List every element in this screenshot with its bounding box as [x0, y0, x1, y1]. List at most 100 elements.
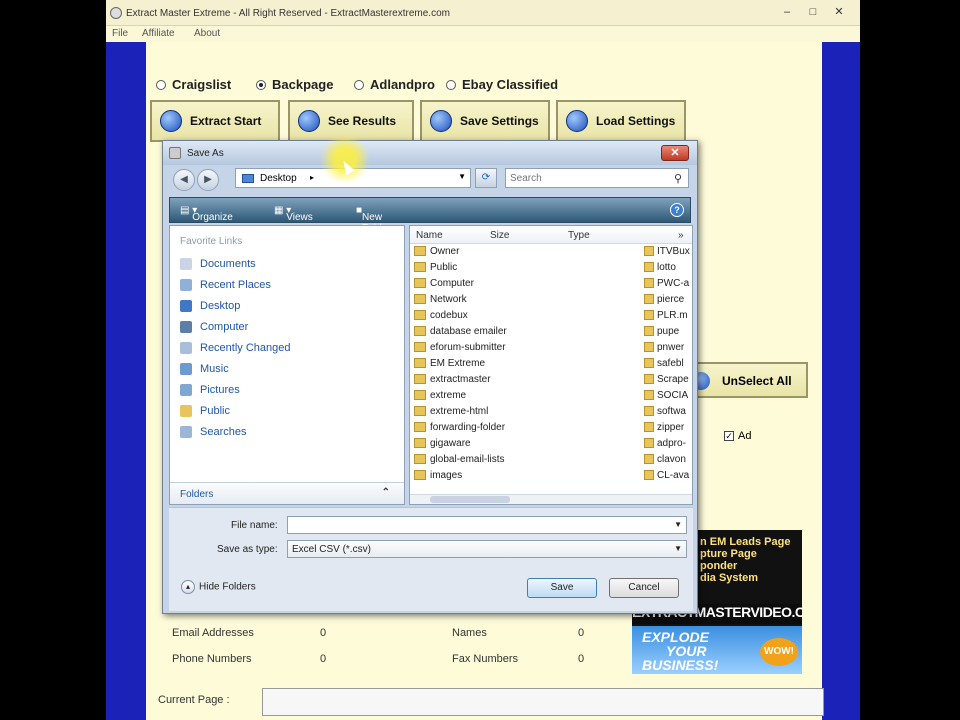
cancel-button[interactable]: Cancel [609, 578, 679, 598]
chevron-down-icon[interactable]: ▼ [674, 520, 682, 529]
file-row[interactable]: eforum-submitter [414, 342, 506, 358]
folder-icon [414, 326, 426, 337]
ad-line: n EM Leads Page [700, 536, 791, 548]
forward-button[interactable]: ▶ [197, 169, 219, 191]
favorite-desktop[interactable]: Desktop [180, 300, 240, 313]
search-box[interactable]: ⚲ [505, 168, 689, 188]
app-icon [110, 7, 122, 19]
breadcrumb-arrow-icon[interactable]: ▸ [310, 173, 314, 182]
file-row[interactable]: codebux [414, 310, 468, 326]
file-row[interactable]: database emailer [414, 326, 507, 342]
file-name: database emailer [430, 326, 507, 337]
recent-places-icon [180, 279, 192, 292]
favorite-public[interactable]: Public [180, 405, 230, 418]
file-row[interactable]: PLR.m [644, 310, 692, 326]
file-row[interactable]: global-email-lists [414, 454, 504, 470]
file-row[interactable]: Owner [414, 246, 459, 262]
favorite-searches[interactable]: Searches [180, 426, 246, 439]
address-text: Desktop [260, 173, 297, 184]
ad-line: ponder [700, 560, 738, 572]
file-row[interactable]: softwa [644, 406, 692, 422]
file-row[interactable]: clavon [644, 454, 692, 470]
ad-checkbox[interactable]: ✓ Ad [724, 430, 751, 442]
file-row[interactable]: gigaware [414, 438, 471, 454]
favorite-music[interactable]: Music [180, 363, 229, 376]
menu-about[interactable]: About [194, 28, 220, 39]
file-name-input[interactable] [292, 519, 662, 532]
button-label: UnSelect All [722, 374, 792, 388]
column-name[interactable]: Name [416, 230, 443, 241]
file-row[interactable]: Computer [414, 278, 474, 294]
unselect-all-button[interactable]: UnSelect All [686, 362, 808, 398]
source-backpage[interactable]: Backpage [256, 77, 333, 95]
current-page-field[interactable] [262, 688, 824, 716]
file-row[interactable]: pierce [644, 294, 692, 310]
search-input[interactable] [510, 171, 660, 185]
source-adlandpro[interactable]: Adlandpro [354, 77, 435, 95]
file-row[interactable]: forwarding-folder [414, 422, 505, 438]
file-row[interactable]: extractmaster [414, 374, 491, 390]
file-row[interactable]: extreme-html [414, 406, 488, 422]
minimize-button[interactable]: – [776, 5, 798, 21]
file-row[interactable]: PWC-a [644, 278, 692, 294]
more-columns-icon[interactable]: » [678, 230, 684, 241]
maximize-button[interactable]: □ [802, 5, 824, 21]
hide-folders-button[interactable]: ▴ Hide Folders [181, 580, 256, 594]
file-row[interactable]: pupe [644, 326, 692, 342]
horizontal-scrollbar[interactable] [410, 494, 692, 504]
scrollbar-thumb[interactable] [430, 496, 510, 503]
close-button[interactable]: ✕ [828, 5, 850, 21]
favorite-recently-changed[interactable]: Recently Changed [180, 342, 291, 355]
ad-slogan-line: EXPLODE [642, 629, 709, 645]
favorite-documents[interactable]: Documents [180, 258, 256, 271]
source-ebay-classified[interactable]: Ebay Classified [446, 77, 558, 95]
favorite-computer[interactable]: Computer [180, 321, 248, 334]
chevron-down-icon[interactable]: ▼ [458, 172, 466, 181]
refresh-button[interactable]: ⟳ [475, 168, 497, 188]
file-row[interactable]: adpro- [644, 438, 692, 454]
file-name: SOCIA [657, 390, 689, 401]
file-row[interactable]: ITVBux [644, 246, 692, 262]
dialog-close-button[interactable]: ✕ [661, 145, 689, 161]
back-button[interactable]: ◀ [173, 169, 195, 191]
save-settings-button[interactable]: Save Settings [420, 100, 550, 142]
load-settings-button[interactable]: Load Settings [556, 100, 686, 142]
file-row[interactable]: Scrape [644, 374, 692, 390]
folder-icon [414, 310, 426, 321]
save-settings-icon [430, 110, 452, 132]
extract-start-button[interactable]: Extract Start [150, 100, 280, 142]
menu-file[interactable]: File [112, 28, 128, 39]
favorite-pictures[interactable]: Pictures [180, 384, 240, 397]
file-row[interactable]: lotto [644, 262, 692, 278]
file-row[interactable]: images [414, 470, 462, 486]
favorite-recent-places[interactable]: Recent Places [180, 279, 271, 292]
file-name: lotto [657, 262, 676, 273]
column-size[interactable]: Size [490, 230, 509, 241]
file-row[interactable]: EM Extreme [414, 358, 485, 374]
file-name: pupe [657, 326, 680, 337]
file-row[interactable]: extreme [414, 390, 466, 406]
column-type[interactable]: Type [568, 230, 590, 241]
save-as-type-select[interactable]: Excel CSV (*.csv) ▼ [287, 540, 687, 558]
file-name-field[interactable]: ▼ [287, 516, 687, 534]
button-label: Load Settings [596, 114, 676, 128]
organize-button[interactable]: ▤ Organize ▾ [180, 205, 233, 223]
views-button[interactable]: ▦ Views ▾ [274, 205, 313, 223]
file-row[interactable]: CL-ava [644, 470, 692, 486]
file-row[interactable]: safebl [644, 358, 692, 374]
menu-affiliate[interactable]: Affiliate [142, 28, 175, 39]
ad-line: pture Page [700, 548, 757, 560]
file-row[interactable]: pnwer [644, 342, 692, 358]
email-addresses-label: Email Addresses [172, 627, 254, 639]
phone-numbers-value: 0 [320, 653, 327, 665]
save-button[interactable]: Save [527, 578, 597, 598]
file-row[interactable]: zipper [644, 422, 692, 438]
source-craigslist[interactable]: Craigslist [156, 77, 231, 95]
file-row[interactable]: SOCIA [644, 390, 692, 406]
new-folder-button[interactable]: ■ New Folder [356, 205, 390, 234]
hide-folders-label: Hide Folders [199, 581, 256, 593]
file-row[interactable]: Network [414, 294, 467, 310]
file-row[interactable]: Public [414, 262, 457, 278]
help-icon[interactable]: ? [670, 203, 684, 217]
folders-toggle[interactable]: Folders ⌃ [170, 482, 404, 504]
